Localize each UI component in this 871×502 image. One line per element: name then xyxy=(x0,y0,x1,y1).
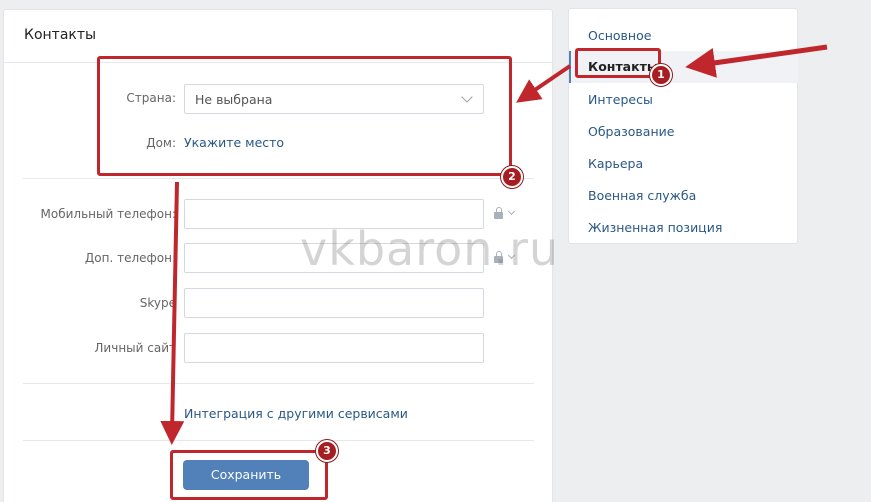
annotation-arrows xyxy=(160,44,828,445)
step-badge-2: 2 xyxy=(501,166,523,188)
step-badge-1: 1 xyxy=(650,64,672,86)
arrow-to-location-box xyxy=(516,64,572,103)
arrow-to-save xyxy=(160,181,185,445)
arrow-to-contacts xyxy=(685,44,828,78)
step-badge-3: 3 xyxy=(316,440,338,462)
